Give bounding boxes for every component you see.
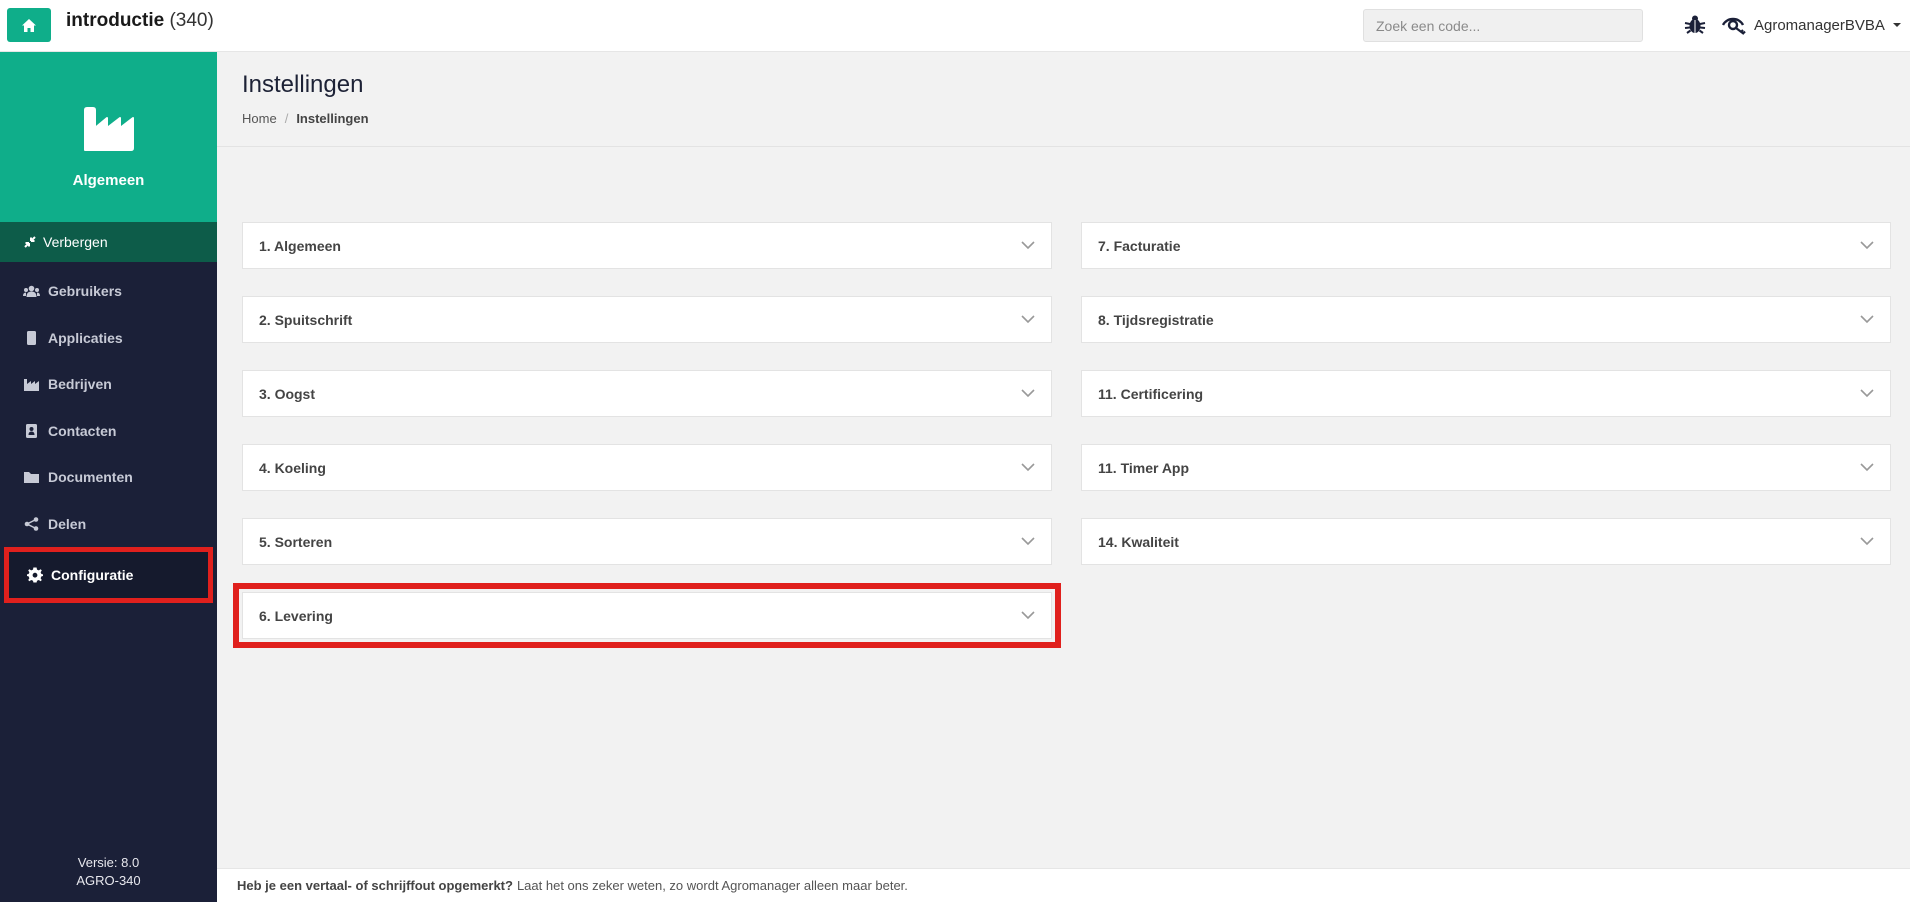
factory-icon [83, 107, 134, 151]
home-button[interactable] [7, 8, 51, 42]
panel-label: 2. Spuitschrift [259, 311, 353, 328]
factory-icon [24, 378, 39, 391]
sidebar-title: Algemeen [72, 172, 145, 189]
sidebar-item-label: Applicaties [48, 329, 123, 346]
caret-down-icon [1892, 23, 1901, 27]
sidebar-item-label: Gebruikers [48, 283, 122, 300]
panel-label: 11. Certificering [1098, 385, 1204, 402]
version-label: Versie: 8.0 [77, 855, 140, 870]
project-count: (340) [169, 10, 214, 31]
compress-icon [24, 236, 36, 248]
footer-question: Heb je een vertaal- of schrijffout opgem… [237, 878, 513, 893]
chevron-down-icon [1860, 537, 1874, 546]
sidebar-item-label: Documenten [48, 469, 133, 486]
mobile-icon [27, 330, 36, 345]
panel-label: 4. Koeling [259, 459, 326, 476]
sidebar-item-delen[interactable]: Delen [0, 501, 217, 548]
panel-label: 11. Timer App [1098, 459, 1190, 476]
panel-label: 5. Sorteren [259, 533, 333, 550]
sidebar-item-contacten[interactable]: Contacten [0, 408, 217, 455]
footer: Heb je een vertaal- of schrijffout opgem… [217, 868, 1910, 902]
panel-certificering[interactable]: 11. Certificering [1081, 370, 1891, 417]
panel-label: 14. Kwaliteit [1098, 533, 1179, 550]
sidebar-item-gebruikers[interactable]: Gebruikers [0, 268, 217, 315]
chevron-down-icon [1860, 315, 1874, 324]
users-icon [23, 285, 40, 297]
search-input[interactable] [1363, 9, 1643, 42]
sidebar-item-bedrijven[interactable]: Bedrijven [0, 361, 217, 408]
hide-sidebar-button[interactable]: Verbergen [0, 222, 217, 262]
hide-sidebar-label: Verbergen [43, 234, 108, 250]
panel-spuitschrift[interactable]: 2. Spuitschrift [242, 296, 1052, 343]
sidebar-item-label: Contacten [48, 422, 117, 439]
home-icon [22, 18, 36, 32]
panel-oogst[interactable]: 3. Oogst [242, 370, 1052, 417]
chevron-down-icon [1021, 315, 1035, 324]
panel-kwaliteit[interactable]: 14. Kwaliteit [1081, 518, 1891, 565]
chevron-down-icon [1860, 389, 1874, 398]
sidebar-item-label: Bedrijven [48, 376, 112, 393]
chevron-down-icon [1860, 241, 1874, 250]
version-info: Versie: 8.0 AGRO-340 [0, 854, 217, 890]
sidebar: Algemeen Verbergen Gebruikers Applicatie… [0, 52, 217, 902]
panel-label: 3. Oogst [259, 385, 316, 402]
page-header: Instellingen Home / Instellingen [217, 52, 1910, 147]
chevron-down-icon [1021, 241, 1035, 250]
footer-text: Laat het ons zeker weten, zo wordt Agrom… [516, 878, 908, 893]
breadcrumb-current: Instellingen [296, 111, 369, 126]
panel-tijdsregistratie[interactable]: 8. Tijdsregistratie [1081, 296, 1891, 343]
page-title: Instellingen [242, 71, 364, 98]
breadcrumb-home[interactable]: Home [242, 111, 277, 126]
bug-icon[interactable] [1683, 13, 1707, 37]
breadcrumb: Home / Instellingen [242, 111, 1910, 126]
panel-koeling[interactable]: 4. Koeling [242, 444, 1052, 491]
sidebar-header: Algemeen [0, 52, 217, 222]
chevron-down-icon [1021, 537, 1035, 546]
panel-label: 8. Tijdsregistratie [1098, 311, 1214, 328]
panel-label: 1. Algemeen [259, 237, 341, 254]
sidebar-item-label: Configuratie [51, 567, 134, 583]
chevron-down-icon [1021, 611, 1035, 620]
chevron-down-icon [1021, 463, 1035, 472]
panel-timer-app[interactable]: 11. Timer App [1081, 444, 1891, 491]
share-icon [24, 516, 39, 531]
breadcrumb-separator: / [284, 111, 289, 126]
panel-algemeen[interactable]: 1. Algemeen [242, 222, 1052, 269]
panel-label: 6. Levering [259, 607, 333, 624]
panel-sorteren[interactable]: 5. Sorteren [242, 518, 1052, 565]
version-code: AGRO-340 [76, 873, 141, 888]
panel-levering[interactable]: 6. Levering [233, 583, 1061, 648]
chevron-down-icon [1021, 389, 1035, 398]
sidebar-item-label: Delen [48, 515, 87, 532]
gear-icon [27, 567, 43, 583]
project-name: introductie [66, 10, 165, 31]
folder-icon [24, 471, 39, 483]
user-name: AgromanagerBVBA [1754, 16, 1885, 34]
contact-book-icon [26, 423, 37, 438]
eye-key-icon [1722, 17, 1746, 35]
project-title: introductie (340) [66, 10, 214, 32]
panel-label: 7. Facturatie [1098, 237, 1181, 254]
chevron-down-icon [1860, 463, 1874, 472]
main-content: Instellingen Home / Instellingen 1. Alge… [217, 52, 1910, 902]
user-menu[interactable]: AgromanagerBVBA [1722, 13, 1903, 37]
top-bar: introductie (340) AgromanagerBVBA [0, 0, 1910, 52]
sidebar-item-applicaties[interactable]: Applicaties [0, 315, 217, 362]
sidebar-item-configuratie[interactable]: Configuratie [4, 547, 213, 603]
panel-facturatie[interactable]: 7. Facturatie [1081, 222, 1891, 269]
sidebar-item-documenten[interactable]: Documenten [0, 454, 217, 501]
